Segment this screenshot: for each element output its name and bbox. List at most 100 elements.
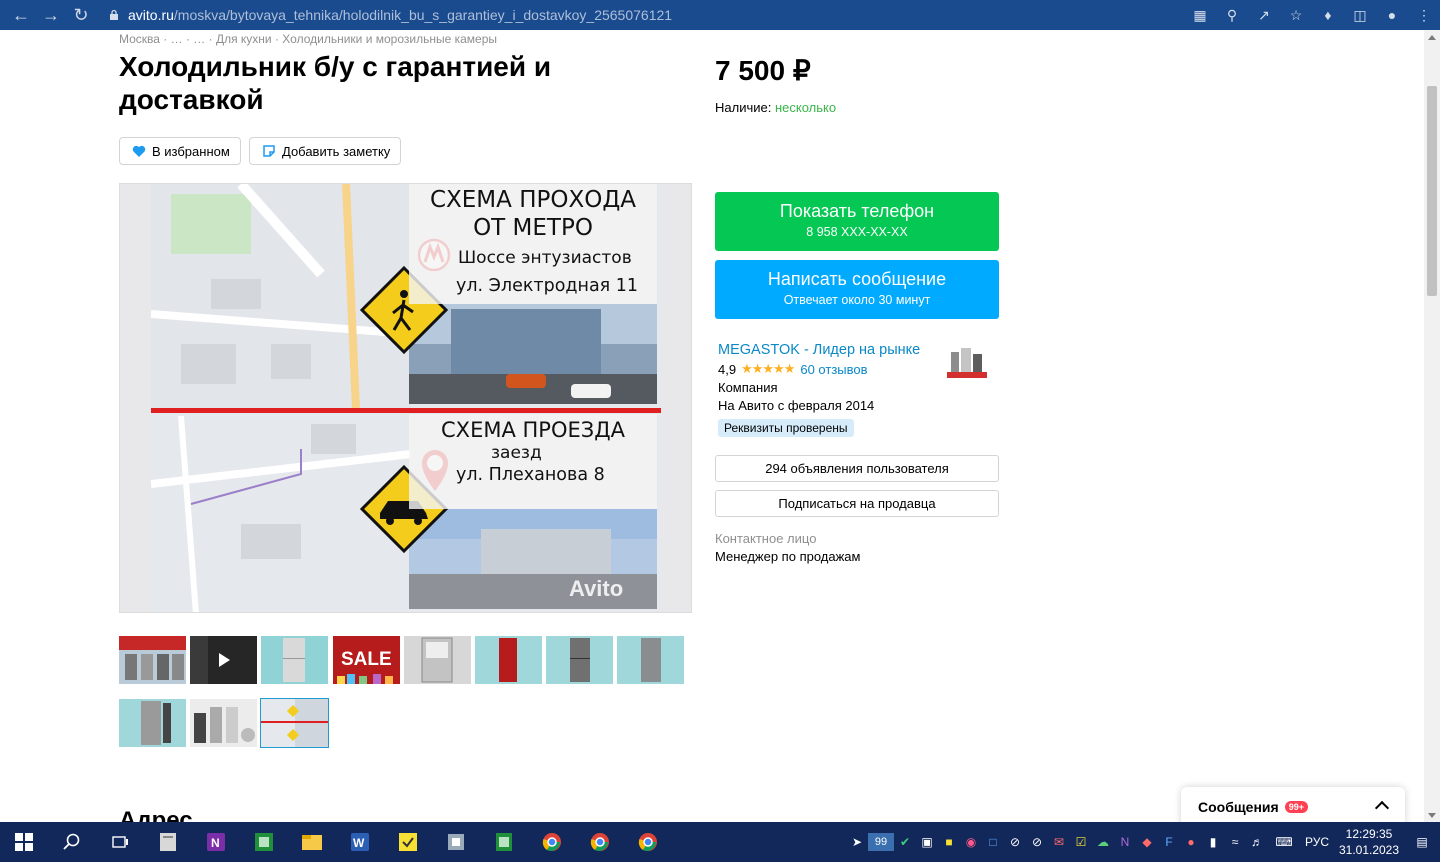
thumbnail[interactable] <box>190 699 257 747</box>
snip-icon[interactable]: □ <box>982 822 1004 862</box>
reload-icon[interactable]: ↻ <box>66 0 96 30</box>
chart-app-icon[interactable] <box>240 822 288 862</box>
seller-type: Компания <box>718 380 778 395</box>
zoom-icon[interactable]: ⚲ <box>1216 0 1248 30</box>
price: 7 500 ₽ <box>715 55 811 86</box>
thumbnail[interactable] <box>617 636 684 684</box>
thumbnail[interactable] <box>119 636 186 684</box>
windows-start-icon[interactable] <box>0 822 48 862</box>
messages-badge: 99+ <box>1284 801 1308 813</box>
block-icon[interactable]: ⊘ <box>1026 822 1048 862</box>
scroll-down-arrow-icon[interactable] <box>1428 813 1436 818</box>
main-photo[interactable]: СХЕМА ПРОХОДА ОТ МЕТРО Шоссе энтузиастов… <box>119 183 692 613</box>
task-view-icon[interactable] <box>96 822 144 862</box>
note-label: Добавить заметку <box>282 143 391 159</box>
write-message-button[interactable]: Написать сообщение Отвечает около 30 мин… <box>715 260 999 319</box>
app-icon[interactable] <box>432 822 480 862</box>
side-panel-icon[interactable]: ◫ <box>1344 0 1376 30</box>
notes-app-icon[interactable] <box>144 822 192 862</box>
response-time: Отвечает около 30 минут <box>783 293 931 307</box>
onenote-tray-icon[interactable]: N <box>1114 822 1136 862</box>
word-icon[interactable]: W <box>336 822 384 862</box>
chevron-up-icon[interactable] <box>1374 800 1390 816</box>
heart-icon <box>132 145 146 158</box>
search-icon[interactable] <box>48 822 96 862</box>
drive-address: ул. Плеханова 8 <box>456 465 605 485</box>
scheme-walk-line2: ОТ МЕТРО <box>473 215 593 241</box>
phone-masked: 8 958 XXX-XX-XX <box>806 225 908 239</box>
user-ads-button[interactable]: 294 объявления пользователя <box>715 455 999 482</box>
page-scrollbar[interactable] <box>1424 30 1440 822</box>
onenote-icon[interactable]: N <box>192 822 240 862</box>
windows-taskbar: N W ➤ 99 ✔ ▣ ■ ◉ □ ⊘ ⊘ ✉ ☑ ☁ N ◆ F ● ▮ ≈… <box>0 822 1440 862</box>
chrome-icon[interactable] <box>528 822 576 862</box>
thumbnail[interactable] <box>261 636 328 684</box>
bug-icon[interactable]: ● <box>1180 822 1202 862</box>
thumbnail[interactable] <box>404 636 471 684</box>
notifications-icon[interactable]: ▤ <box>1404 822 1440 862</box>
share-icon[interactable]: ↗ <box>1248 0 1280 30</box>
address-heading: Адрес <box>119 807 193 822</box>
back-arrow-icon[interactable]: ← <box>6 0 36 30</box>
thumbnail[interactable] <box>475 636 542 684</box>
show-phone-button[interactable]: Показать телефон 8 958 XXX-XX-XX <box>715 192 999 251</box>
rating-value: 4,9 <box>718 361 737 377</box>
excel-icon[interactable] <box>480 822 528 862</box>
scroll-thumb[interactable] <box>1427 86 1437 296</box>
anydesk-icon[interactable]: ◆ <box>1136 822 1158 862</box>
reviews-link[interactable]: 60 отзывов <box>800 362 867 377</box>
chrome-profile-icon[interactable] <box>624 822 672 862</box>
contact-person-value: Менеджер по продажам <box>715 549 861 564</box>
fx-icon[interactable]: F <box>1158 822 1180 862</box>
subscribe-seller-button[interactable]: Подписаться на продавца <box>715 490 999 517</box>
page: Москва · … · … · Для кухни · Холодильник… <box>0 30 1424 822</box>
video-thumbnail[interactable] <box>190 636 257 684</box>
entry-word: заезд <box>491 443 542 463</box>
seller-name-link[interactable]: MEGASTOK - Лидер на рынке <box>718 342 920 358</box>
system-tray: ➤ 99 ✔ ▣ ■ ◉ □ ⊘ ⊘ ✉ ☑ ☁ N ◆ F ● ▮ ≈ ♬ ⌨… <box>846 822 1440 862</box>
verified-badge: Реквизиты проверены <box>718 419 854 437</box>
messages-widget[interactable]: Сообщения 99+ <box>1181 787 1405 822</box>
selected-thumbnail[interactable] <box>260 698 329 748</box>
forward-arrow-icon[interactable]: → <box>36 0 66 30</box>
walk-address: ул. Электродная 11 <box>456 276 639 296</box>
translate-icon[interactable]: ▦ <box>1184 0 1216 30</box>
stop-icon[interactable]: ⊘ <box>1004 822 1026 862</box>
menu-icon[interactable]: ⋮ <box>1408 0 1440 30</box>
chrome-profile-icon[interactable] <box>576 822 624 862</box>
add-note-button[interactable]: Добавить заметку <box>249 137 402 165</box>
file-explorer-icon[interactable] <box>288 822 336 862</box>
bookmark-star-icon[interactable]: ☆ <box>1280 0 1312 30</box>
metro-station: Шоссе энтузиастов <box>458 248 632 268</box>
tray-badge[interactable]: 99 <box>868 833 894 851</box>
monitor-icon[interactable]: ▣ <box>916 822 938 862</box>
thumbnail[interactable] <box>546 636 613 684</box>
wifi-icon[interactable]: ≈ <box>1224 822 1246 862</box>
language-indicator[interactable]: РУС <box>1300 822 1334 862</box>
keyboard-icon[interactable]: ⌨ <box>1268 822 1300 862</box>
stock-value: несколько <box>774 100 837 115</box>
shield-icon[interactable]: ✔ <box>894 822 916 862</box>
breadcrumb[interactable]: Москва · … · … · Для кухни · Холодильник… <box>119 32 497 46</box>
checklist-icon[interactable]: ☑ <box>1070 822 1092 862</box>
address-bar[interactable]: avito.ru/moskva/bytovaya_tehnika/holodil… <box>108 3 1304 27</box>
extensions-icon[interactable]: ♦ <box>1312 0 1344 30</box>
clock[interactable]: 12:29:35 31.01.2023 <box>1334 826 1404 858</box>
telegram-icon[interactable]: ➤ <box>846 822 868 862</box>
messages-label: Сообщения <box>1198 799 1279 815</box>
favorite-button[interactable]: В избранном <box>119 137 241 165</box>
battery-icon[interactable]: ▮ <box>1202 822 1224 862</box>
note-tray-icon[interactable]: ■ <box>938 822 960 862</box>
seller-logo[interactable] <box>945 346 989 380</box>
thumbnail[interactable] <box>119 699 186 747</box>
cloud-icon[interactable]: ☁ <box>1092 822 1114 862</box>
volume-icon[interactable]: ♬ <box>1246 822 1268 862</box>
sale-thumbnail[interactable]: SALE <box>333 636 400 684</box>
mail-icon[interactable]: ✉ <box>1048 822 1070 862</box>
record-icon[interactable]: ◉ <box>960 822 982 862</box>
sticky-notes-icon[interactable] <box>384 822 432 862</box>
scroll-up-arrow-icon[interactable] <box>1428 35 1436 40</box>
scheme-drive-line: СХЕМА ПРОЕЗДА <box>441 418 625 442</box>
url-host: avito.ru <box>128 7 174 23</box>
profile-icon[interactable]: ● <box>1376 0 1408 30</box>
